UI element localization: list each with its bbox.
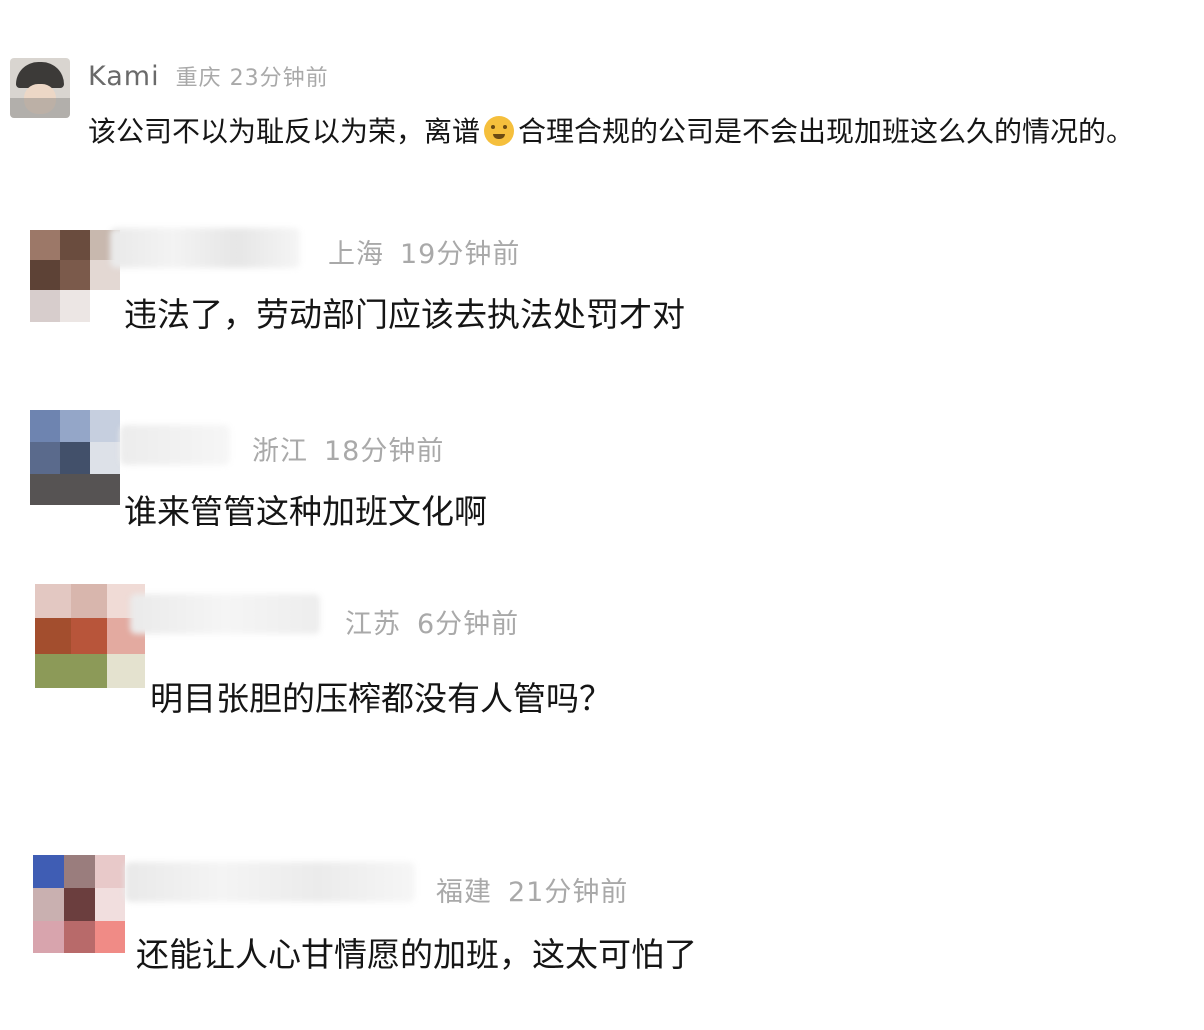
comment-meta: Kami 重庆 23分钟前 xyxy=(88,60,345,92)
comment-text: 违法了，劳动部门应该去执法处罚才对 xyxy=(124,295,685,334)
blurred-username xyxy=(110,228,300,268)
avatar[interactable] xyxy=(30,230,120,322)
avatar[interactable] xyxy=(10,58,70,118)
blurred-username xyxy=(120,425,230,465)
location-label: 江苏 xyxy=(345,609,401,640)
location-label: 上海 xyxy=(328,239,384,270)
comment-meta: 福建 21分钟前 xyxy=(436,870,644,909)
comment-item: Kami 重庆 23分钟前 该公司不以为耻反以为荣，离谱 合理合规的公司是不会出现加班… xyxy=(0,0,1204,170)
timestamp: 21分钟前 xyxy=(508,877,629,908)
comment-text: 该公司不以为耻反以为荣，离谱 合理合规的公司是不会出现加班这么久的情况的。 xyxy=(88,115,1135,148)
comment-meta: 上海 19分钟前 xyxy=(328,232,536,271)
timestamp: 6分钟前 xyxy=(417,609,520,640)
comment-item: 福建 21分钟前 还能让人心甘情愿的加班，这太可怕了 xyxy=(0,850,1204,1000)
comment-text: 谁来管管这种加班文化啊 xyxy=(124,492,487,531)
timestamp: 23分钟前 xyxy=(229,66,329,91)
location-label: 重庆 xyxy=(175,66,222,91)
comment-item: 江苏 6分钟前 明目张胆的压榨都没有人管吗？ xyxy=(0,580,1204,730)
avatar[interactable] xyxy=(35,584,145,688)
comment-item: 上海 19分钟前 违法了，劳动部门应该去执法处罚才对 xyxy=(0,200,1204,360)
avatar[interactable] xyxy=(30,410,120,505)
timestamp: 19分钟前 xyxy=(400,239,521,270)
comment-meta: 江苏 6分钟前 xyxy=(345,602,535,641)
avatar[interactable] xyxy=(33,855,125,953)
comment-meta: 浙江 18分钟前 xyxy=(252,429,460,468)
comment-text: 还能让人心甘情愿的加班，这太可怕了 xyxy=(136,935,697,974)
blurred-username xyxy=(125,862,415,902)
blurred-username xyxy=(130,594,320,634)
location-label: 福建 xyxy=(436,877,492,908)
timestamp: 18分钟前 xyxy=(324,436,445,467)
location-label: 浙江 xyxy=(252,436,308,467)
comment-item: 浙江 18分钟前 谁来管管这种加班文化啊 xyxy=(0,405,1204,545)
smiling-face-emoji-icon xyxy=(484,116,515,146)
comment-text: 明目张胆的压榨都没有人管吗？ xyxy=(150,679,612,718)
username[interactable]: Kami xyxy=(88,61,160,92)
